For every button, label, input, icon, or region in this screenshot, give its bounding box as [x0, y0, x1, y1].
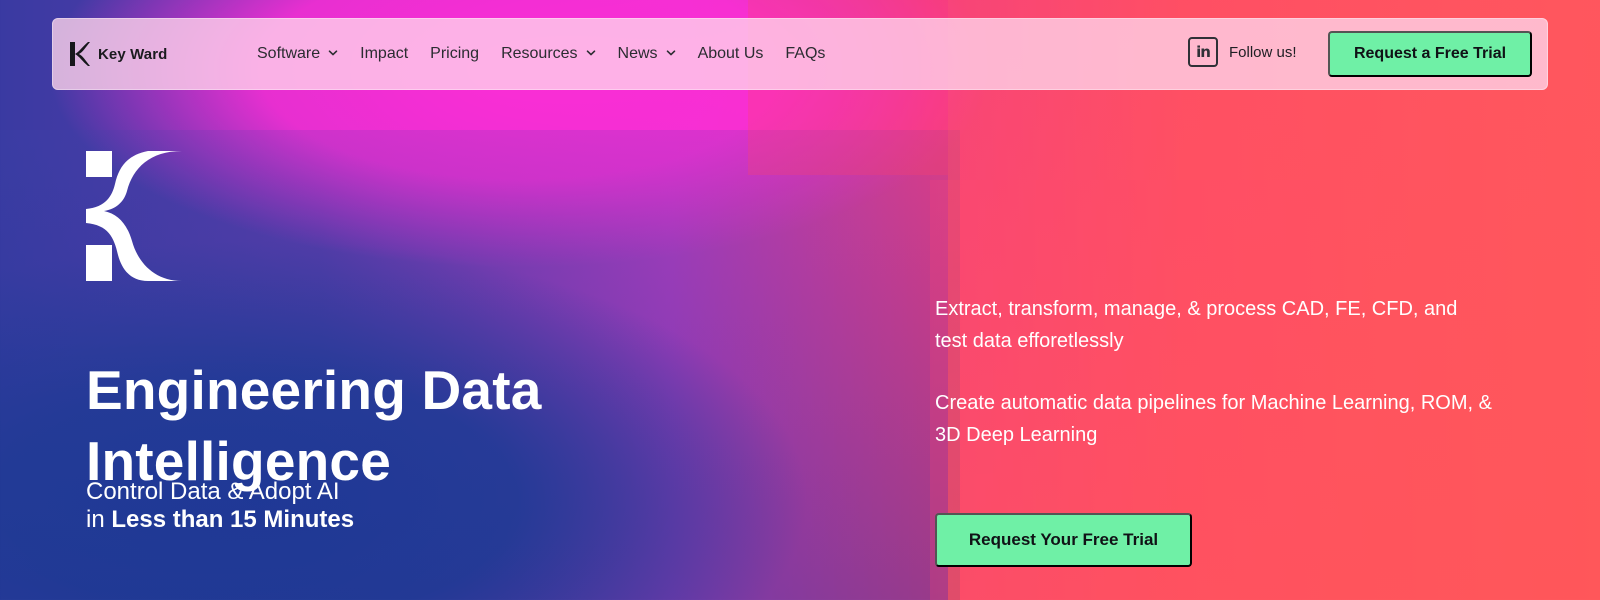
- hero-description: Extract, transform, manage, & process CA…: [935, 293, 1495, 451]
- key-ward-large-logo-icon: [86, 151, 182, 281]
- hero-headline: Engineering Data Intelligence: [86, 355, 686, 497]
- description-paragraph-2: Create automatic data pipelines for Mach…: [935, 392, 1492, 446]
- subline-emphasis: Less than 15 Minutes: [111, 506, 355, 533]
- nav-item-label: Pricing: [430, 45, 480, 62]
- chevron-down-icon: [328, 48, 338, 58]
- nav-item-label: Resources: [501, 45, 578, 62]
- description-paragraph-1: Extract, transform, manage, & process CA…: [935, 298, 1458, 352]
- nav-item-impact[interactable]: Impact: [360, 45, 408, 63]
- nav-item-label: About Us: [697, 45, 764, 62]
- chevron-down-icon: [666, 48, 676, 58]
- linkedin-icon[interactable]: in: [1188, 37, 1218, 67]
- request-your-free-trial-button[interactable]: Request Your Free Trial: [935, 513, 1192, 567]
- subline-prefix: in: [86, 506, 112, 533]
- brand-link[interactable]: Key Ward: [70, 42, 167, 66]
- nav-item-label: Software: [257, 45, 321, 62]
- subline-line-1: Control Data & Adopt AI: [86, 478, 340, 505]
- key-ward-logo-icon: [70, 42, 90, 66]
- nav-item-about-us[interactable]: About Us: [698, 45, 764, 63]
- nav-item-label: Impact: [360, 45, 409, 62]
- nav-item-label: FAQs: [785, 45, 826, 62]
- nav-item-software[interactable]: Software: [257, 45, 338, 63]
- nav-item-pricing[interactable]: Pricing: [430, 45, 479, 63]
- main-nav: Software Impact Pricing Resources News A…: [257, 42, 825, 66]
- nav-item-resources[interactable]: Resources: [501, 45, 595, 63]
- follow-us-label: Follow us!: [1229, 43, 1297, 61]
- top-navigation: Key Ward Software Impact Pricing Resourc…: [52, 18, 1548, 90]
- request-free-trial-button[interactable]: Request a Free Trial: [1328, 31, 1532, 77]
- brand-name: Key Ward: [98, 45, 168, 63]
- headline-line-1: Engineering Data: [86, 358, 542, 421]
- hero-background: Key Ward Software Impact Pricing Resourc…: [0, 0, 1600, 600]
- linkedin-glyph: in: [1196, 43, 1211, 61]
- nav-item-label: News: [617, 45, 658, 62]
- hero-subline: Control Data & Adopt AI in Less than 15 …: [86, 478, 506, 534]
- nav-item-faqs[interactable]: FAQs: [785, 45, 825, 63]
- follow-us-area: in Follow us!: [1188, 37, 1297, 67]
- nav-item-news[interactable]: News: [618, 45, 676, 63]
- chevron-down-icon: [586, 48, 596, 58]
